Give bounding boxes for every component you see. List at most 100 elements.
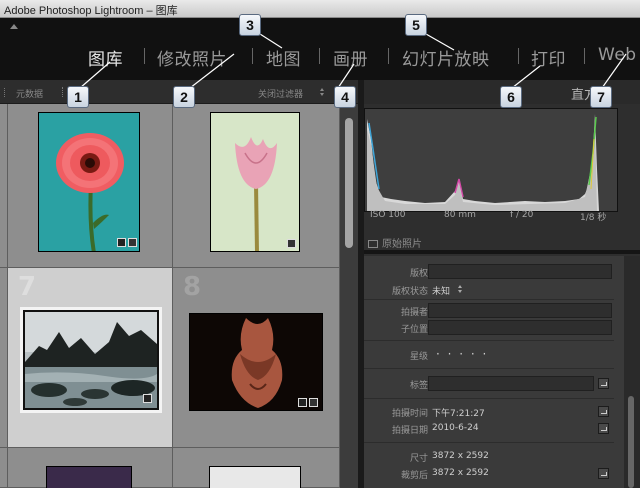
focal-length-value: 80 mm (444, 210, 476, 220)
grip-icon (4, 88, 6, 97)
edited-badge-icon[interactable] (143, 394, 152, 403)
copyright-status-label: 版权状态 (391, 287, 428, 297)
grip-icon (62, 87, 64, 97)
module-develop[interactable]: 修改照片 (157, 45, 227, 70)
filter-off-label[interactable]: 关闭过滤器 (258, 87, 303, 100)
copyright-field[interactable] (428, 264, 612, 279)
crop-action-icon[interactable] (598, 468, 609, 479)
module-separator (584, 48, 585, 64)
metadata-row-copyright-status: 版权状态 未知 (358, 282, 614, 298)
edited-badge-icon[interactable] (309, 398, 318, 407)
metadata-row-label: 标签 (358, 376, 614, 392)
window-titlebar: Adobe Photoshop Lightroom – 图库 (0, 0, 640, 18)
thumbnail-body-study[interactable] (189, 313, 323, 411)
module-separator (388, 48, 389, 64)
module-separator (319, 48, 320, 64)
metadata-badge-icon[interactable] (117, 238, 126, 247)
copyright-label: 版权 (409, 269, 428, 279)
callout-2: 2 (173, 86, 195, 108)
module-web[interactable]: Web (598, 45, 637, 65)
module-separator (144, 48, 145, 64)
cell-index: 7 (18, 272, 37, 302)
capture-time-label: 拍摄时间 (391, 409, 428, 419)
panel-border (358, 80, 364, 488)
right-panel: 直方图 ISO 100 80 mm f / 20 1/8 秒 原始照片 版权 版… (358, 80, 640, 488)
metadata-panel: 版权 版权状态 未知 拍摄者 子位置 星级 · · · · · 标签 拍摄时间 … (358, 256, 640, 488)
callout-1: 1 (67, 86, 89, 108)
grid-cell[interactable]: 8 (173, 268, 340, 448)
grid-scrollbar-thumb[interactable] (345, 118, 353, 248)
edited-badge-icon[interactable] (128, 238, 137, 247)
original-photo-label: 原始照片 (382, 239, 422, 250)
label-field[interactable] (428, 376, 594, 391)
thumbnail-partial[interactable] (209, 466, 301, 488)
module-separator (518, 48, 519, 64)
cropped-label: 裁剪后 (400, 471, 428, 481)
filter-dropdown-icon[interactable] (320, 88, 325, 96)
metadata-row-copyright: 版权 (358, 264, 614, 280)
metadata-scrollbar-thumb[interactable] (628, 396, 634, 488)
metadata-row-sublocation: 子位置 (358, 320, 614, 336)
rating-label: 星级 (409, 352, 428, 362)
grid-scrollbar[interactable] (340, 104, 358, 488)
capture-time-edit-icon[interactable] (598, 406, 609, 417)
module-slideshow[interactable]: 幻灯片放映 (402, 45, 490, 70)
copyright-status-value[interactable]: 未知 (432, 284, 450, 297)
metadata-divider (362, 398, 614, 399)
copyright-status-dropdown-icon[interactable] (458, 285, 463, 294)
metadata-badge-icon[interactable] (298, 398, 307, 407)
label-label: 标签 (409, 381, 428, 391)
histogram-exif-row: ISO 100 80 mm f / 20 1/8 秒 (366, 210, 616, 226)
grid-cell-partial (0, 268, 8, 448)
module-print[interactable]: 打印 (531, 45, 566, 70)
edited-badge-icon[interactable] (287, 239, 296, 248)
metadata-scrollbar[interactable] (624, 256, 640, 488)
grid-cell-partial (0, 448, 8, 488)
rating-stars[interactable]: · · · · · (436, 347, 488, 361)
sublocation-field[interactable] (428, 320, 612, 335)
metadata-divider (362, 299, 614, 300)
module-library[interactable]: 图库 (88, 45, 123, 70)
thumbnail-pink-gerbera[interactable] (38, 112, 140, 252)
grid-cell-selected[interactable]: 7 (8, 268, 173, 448)
iso-value: ISO 100 (370, 210, 406, 220)
panel-divider (358, 250, 640, 254)
capture-date-action-icon[interactable] (598, 423, 609, 434)
module-book[interactable]: 画册 (333, 45, 368, 70)
metadata-row-rating: 星级 · · · · · (358, 347, 614, 363)
window-title: Adobe Photoshop Lightroom – 图库 (4, 5, 178, 17)
photographer-field[interactable] (428, 303, 612, 318)
metadata-row-cropped: 裁剪后 3872 x 2592 (358, 466, 614, 482)
grid-cell[interactable] (173, 104, 340, 268)
sublocation-label: 子位置 (400, 325, 428, 335)
metadata-row-capture-time: 拍摄时间 下午7:21:27 (358, 404, 614, 420)
dimensions-value: 3872 x 2592 (432, 451, 489, 461)
grid-cell-partial (0, 104, 8, 268)
label-action-icon[interactable] (598, 378, 609, 389)
original-photo-toggle[interactable]: 原始照片 (368, 235, 422, 250)
grid-cell[interactable] (173, 448, 340, 488)
callout-4: 4 (334, 86, 356, 108)
shutter-value: 1/8 秒 (580, 213, 607, 223)
collapse-panel-icon[interactable] (10, 24, 18, 29)
callout-5: 5 (405, 14, 427, 36)
metadata-divider (362, 442, 614, 443)
photographer-label: 拍摄者 (400, 308, 428, 318)
metadata-divider (362, 340, 614, 341)
thumbnail-pink-tulip[interactable] (210, 112, 300, 252)
thumbnail-rocky-coast[interactable] (20, 307, 162, 413)
capture-date-value: 2010-6-24 (432, 423, 479, 433)
histogram (364, 108, 618, 212)
grid-cell[interactable] (8, 104, 173, 268)
dimensions-label: 尺寸 (409, 454, 428, 464)
original-photo-checkbox[interactable] (368, 240, 378, 248)
thumbnail-partial[interactable] (46, 466, 132, 488)
cropped-value: 3872 x 2592 (432, 468, 489, 478)
module-picker: 图库 修改照片 地图 画册 幻灯片放映 打印 Web (0, 18, 640, 80)
callout-3: 3 (239, 14, 261, 36)
callout-6: 6 (500, 86, 522, 108)
grid-cell[interactable] (8, 448, 173, 488)
filter-metadata-label[interactable]: 元数据 (16, 87, 43, 100)
module-map[interactable]: 地图 (266, 45, 301, 70)
capture-date-label: 拍摄日期 (391, 426, 428, 436)
